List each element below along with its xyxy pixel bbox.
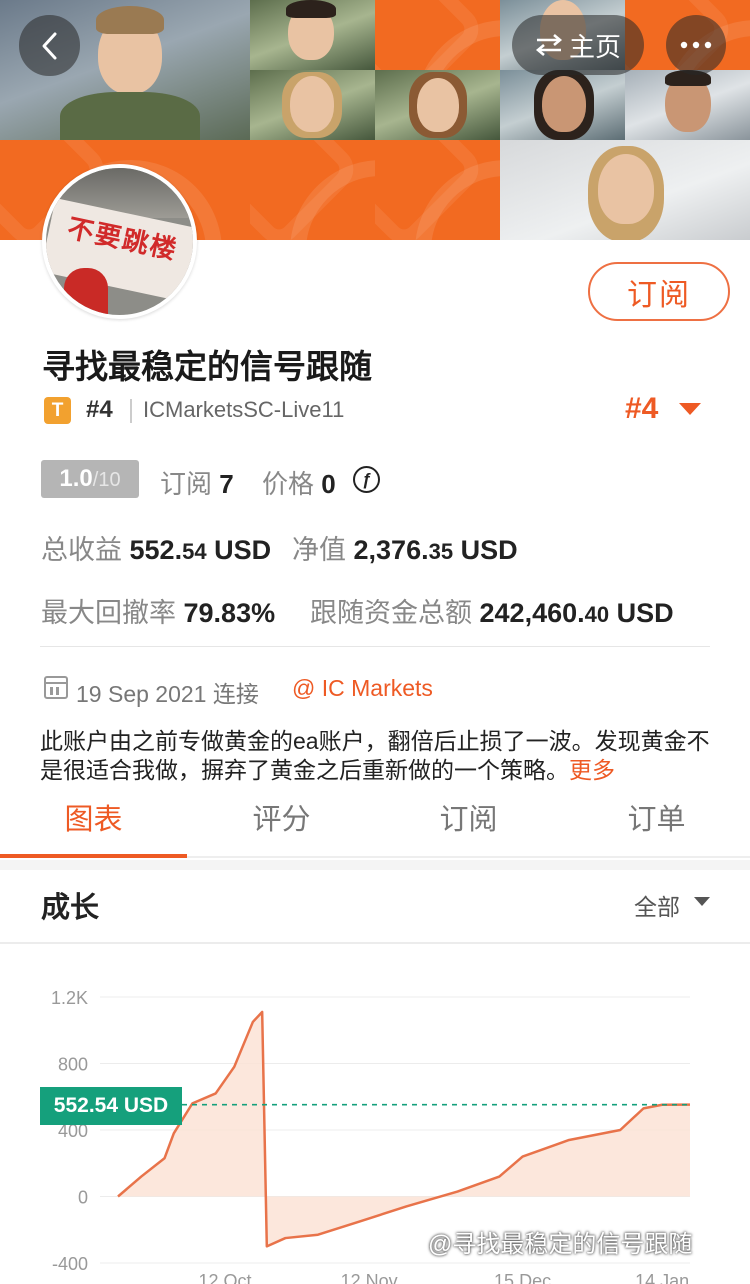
rank-selector[interactable]: #4 <box>625 392 658 426</box>
cover-photo-7 <box>625 70 750 140</box>
y-tick-label: -400 <box>52 1254 88 1274</box>
cover-photo-8 <box>500 140 750 240</box>
score-badge: 1.0/10 <box>41 460 139 498</box>
section-gap <box>0 860 750 870</box>
total-profit-label: 总收益 <box>41 535 122 565</box>
cover-pattern-4 <box>250 140 375 240</box>
tab-indicator <box>0 854 187 858</box>
calendar-icon <box>44 676 68 699</box>
more-button[interactable] <box>666 15 726 75</box>
avatar[interactable]: 不要跳楼 <box>42 164 197 319</box>
divider <box>40 646 710 647</box>
range-filter[interactable]: 全部 <box>634 888 680 922</box>
tab-orders[interactable]: 订单 <box>563 796 750 838</box>
divider <box>0 942 750 944</box>
caret-down-icon[interactable] <box>679 403 701 415</box>
swap-arrows-icon <box>535 34 563 56</box>
rank-label: #4 <box>86 396 113 423</box>
tab-subscribe[interactable]: 订阅 <box>375 796 562 838</box>
follow-funds: 跟随资金总额 242,460.40 USD <box>310 591 674 630</box>
total-profit: 总收益 552.54 USD <box>41 528 271 567</box>
max-drawdown-label: 最大回撤率 <box>41 598 176 628</box>
caret-down-icon[interactable] <box>694 897 710 906</box>
tab-bar: 图表 评分 订阅 订单 <box>0 780 750 858</box>
price-label: 价格 <box>262 469 315 499</box>
back-button[interactable] <box>19 15 80 76</box>
max-drawdown-value: 79.83% <box>183 598 276 628</box>
cover-photo-6 <box>500 70 625 140</box>
follow-funds-value: 242,460.40 USD <box>479 598 674 628</box>
price-value: 0 <box>321 469 336 499</box>
growth-title: 成长 <box>41 892 100 924</box>
subscriber-label: 订阅 <box>160 469 213 499</box>
subscribe-button[interactable]: 订阅 <box>588 262 730 321</box>
equity-label: 净值 <box>292 535 346 565</box>
subscriber-value: 7 <box>219 469 234 499</box>
subscriber-count: 订阅 7 <box>160 464 234 501</box>
growth-area <box>118 1011 690 1247</box>
x-tick-label: 14 Jan <box>635 1271 689 1284</box>
cover-pattern-1 <box>375 0 500 70</box>
cover-photo-2 <box>250 0 375 70</box>
current-value-tag: 552.54 USD <box>40 1087 182 1125</box>
home-label: 主页 <box>568 31 621 62</box>
x-tick-label: 12 Oct <box>198 1271 251 1284</box>
y-tick-label: 800 <box>58 1055 88 1075</box>
divider <box>130 399 132 423</box>
max-drawdown: 最大回撤率 79.83% <box>41 591 275 630</box>
total-profit-value: 552.54 USD <box>129 535 272 565</box>
score-value: 1.0 <box>59 465 93 492</box>
tab-chart[interactable]: 图表 <box>0 796 187 838</box>
cover-photo-5 <box>375 70 500 140</box>
page-title: 寻找最稳定的信号跟随 <box>42 348 372 385</box>
score-max: /10 <box>92 469 121 491</box>
follow-funds-label: 跟随资金总额 <box>310 598 472 628</box>
equity: 净值 2,376.35 USD <box>292 528 518 567</box>
price: 价格 0 <box>262 464 336 501</box>
home-button[interactable]: 主页 <box>512 15 644 75</box>
coin-icon: ƒ <box>353 466 380 493</box>
equity-value: 2,376.35 USD <box>353 535 518 565</box>
account-server: ICMarketsSC-Live11 <box>143 397 345 422</box>
connect-date: 19 Sep 2021 连接 <box>76 681 259 707</box>
x-tick-label: 15 Dec <box>494 1271 551 1284</box>
description: 此账户由之前专做黄金的ea账户，翻倍后止损了一波。发现黄金不是很适合我做，摒弃了… <box>40 727 710 785</box>
watermark: @寻找最稳定的信号跟随 <box>428 1231 693 1258</box>
y-tick-label: 1.2K <box>51 988 88 1008</box>
x-tick-label: 12 Nov <box>341 1271 398 1284</box>
cover-pattern-5 <box>375 140 500 240</box>
tab-rating[interactable]: 评分 <box>188 796 375 838</box>
type-badge: T <box>44 397 71 424</box>
chevron-left-icon <box>42 32 56 59</box>
broker-link[interactable]: @ IC Markets <box>292 675 433 702</box>
y-tick-label: 0 <box>78 1188 88 1208</box>
cover-photo-4 <box>250 70 375 140</box>
more-dots-icon <box>680 41 712 49</box>
